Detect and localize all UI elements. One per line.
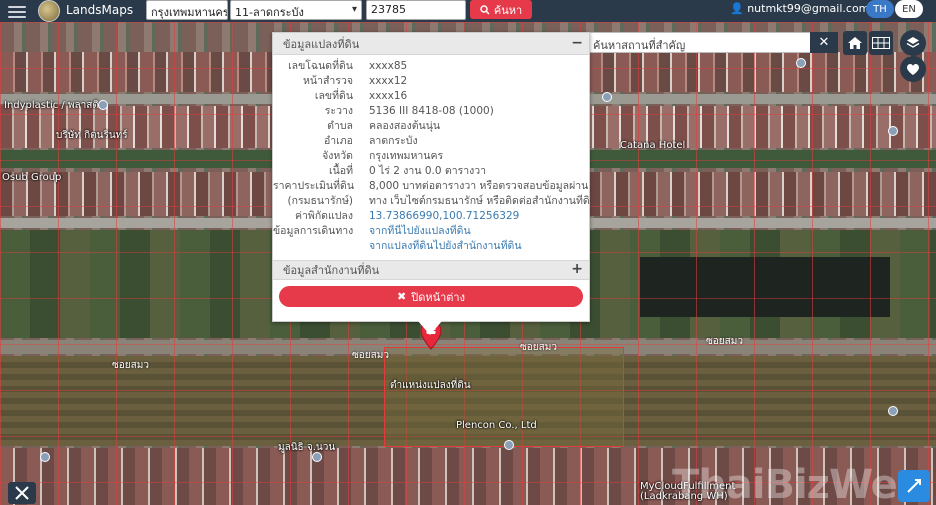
info-value: xxxx16 (369, 90, 408, 102)
info-row: เลขโฉนดที่ดิน xxxx85 (273, 59, 589, 74)
grid-icon[interactable] (869, 31, 893, 55)
info-row: จากแปลงที่ดินไปยังสำนักงานที่ดิน (273, 239, 589, 254)
coordinates-link[interactable]: 13.73866990,100.71256329 (369, 209, 589, 224)
info-row: เนื้อที่ 0 ไร่ 2 งาน 0.0 ตารางวา (273, 164, 589, 179)
info-key: เลขโฉนดที่ดิน (288, 60, 353, 72)
poi-marker[interactable] (602, 92, 612, 102)
info-key: (กรมธนารักษ์) (287, 195, 353, 207)
info-key: ข้อมูลการเดินทาง (273, 225, 354, 237)
info-key: หน้าสำรวจ (303, 75, 353, 87)
close-popup-label: ปิดหน้าต่าง (411, 290, 465, 304)
info-key: ตำบล (327, 120, 353, 132)
province-select-value: กรุงเทพมหานคร (151, 6, 228, 19)
info-key (273, 239, 369, 254)
map-label-catana: Catana Hotel (620, 140, 686, 151)
info-value: คลองสองต้นนุ่น (369, 120, 441, 132)
heart-icon[interactable] (900, 56, 926, 82)
info-row: จังหวัด กรุงเทพมหานคร (273, 149, 589, 164)
info-row: ตำบล คลองสองต้นนุ่น (273, 119, 589, 134)
close-popup-button[interactable]: ✖ ปิดหน้าต่าง (279, 286, 583, 307)
province-select[interactable]: กรุงเทพมหานคร (146, 0, 228, 20)
chevron-down-icon: ▾ (351, 4, 357, 15)
user-email: nutmkt99@gmail.com (747, 2, 870, 15)
home-icon[interactable] (843, 31, 867, 55)
map-label-soi: มูลนิธิ จ.นวน (278, 442, 336, 453)
info-key: จังหวัด (322, 150, 353, 162)
info-key: เลขที่ดิน (314, 90, 353, 102)
poi-marker[interactable] (312, 452, 322, 462)
tools-icon[interactable] (8, 482, 36, 504)
watermark-logo: ThaiBizWe (672, 462, 898, 505)
info-key: ราคาประเมินที่ดิน (273, 180, 355, 192)
user-icon: 👤 (730, 2, 744, 15)
lang-en-button[interactable]: EN (895, 0, 923, 18)
selected-parcel-outline[interactable] (384, 347, 624, 447)
menu-icon[interactable] (8, 3, 26, 19)
poi-marker[interactable] (888, 406, 898, 416)
poi-marker[interactable] (504, 440, 514, 450)
expand-icon[interactable]: + (571, 261, 583, 277)
directions-to-parcel-link[interactable]: จากที่นี่ไปยังแปลงที่ดิน (369, 224, 589, 239)
brand-logo (38, 0, 60, 22)
close-icon[interactable]: ✕ (810, 32, 838, 53)
parcel-number-value: 23785 (371, 3, 406, 16)
info-row: อำเภอ ลาดกระบัง (273, 134, 589, 149)
info-value-link[interactable]: ทาง เว็บไซต์กรมธนารักษ์ หรือติดต่อสำนักง… (369, 194, 589, 209)
search-button[interactable]: ค้นหา (470, 0, 532, 19)
map-label-osub: Osub Group (2, 172, 62, 183)
info-value: กรุงเทพมหานคร (369, 150, 444, 162)
chat-icon[interactable] (898, 470, 930, 502)
place-search-input[interactable]: ค้นหาสถานที่สำคัญ (588, 32, 838, 53)
directions-to-office-link[interactable]: จากแปลงที่ดินไปยังสำนักงานที่ดิน (369, 239, 589, 254)
parcel-info-table: เลขโฉนดที่ดิน xxxx85 หน้าสำรวจ xxxx12 เลขท… (273, 55, 589, 254)
info-row: ระวาง 5136 III 8418-08 (1000) (273, 104, 589, 119)
parcel-info-title: ข้อมูลแปลงที่ดิน (283, 37, 360, 51)
info-row: เลขที่ดิน xxxx16 (273, 89, 589, 104)
poi-marker[interactable] (796, 58, 806, 68)
close-icon: ✖ (397, 290, 407, 303)
parcel-info-header[interactable]: ข้อมูลแปลงที่ดิน − (273, 33, 589, 55)
info-row: หน้าสำรวจ xxxx12 (273, 74, 589, 89)
search-button-label: ค้นหา (493, 3, 523, 17)
district-select[interactable]: 11-ลาดกระบัง ▾ (230, 0, 362, 20)
layers-icon[interactable] (900, 30, 926, 56)
info-value: ลาดกระบัง (369, 135, 418, 147)
info-row: ข้อมูลการเดินทาง จากที่นี่ไปยังแปลงที่ดิน (273, 224, 589, 239)
info-value: 0 ไร่ 2 งาน 0.0 ตารางวา (369, 165, 487, 177)
info-row: (กรมธนารักษ์) ทาง เว็บไซต์กรมธนารักษ์ หรื… (273, 194, 589, 209)
top-navbar: LandsMaps กรุงเทพมหานคร 11-ลาดกระบัง ▾ 2… (0, 0, 936, 22)
collapse-icon[interactable]: − (571, 35, 583, 51)
map-label-kitnarin: บริษัท กิตนรินทร์ (56, 130, 128, 141)
map-label-indyplastic: Indyplastic / พลาสติก (4, 100, 105, 111)
map-label-plot: ตำแหน่งแปลงที่ดิน (390, 380, 471, 391)
info-value: xxxx85 (369, 60, 408, 72)
road-label: ซอยสมว (520, 342, 557, 353)
info-key: ค่าพิกัดแปลง (294, 210, 353, 222)
info-row: ค่าพิกัดแปลง 13.73866990,100.71256329 (273, 209, 589, 224)
poi-marker[interactable] (98, 100, 108, 110)
land-office-title: ข้อมูลสำนักงานที่ดิน (283, 264, 380, 277)
parcel-number-input[interactable]: 23785 (366, 0, 466, 20)
info-key: ระวาง (324, 105, 353, 117)
poi-marker[interactable] (888, 126, 898, 136)
district-select-value: 11-ลาดกระบัง (235, 6, 304, 19)
road-label: ซอยสมว (352, 350, 389, 361)
brand-name: LandsMaps (66, 3, 134, 17)
info-value: 5136 III 8418-08 (1000) (369, 105, 494, 117)
search-icon (480, 4, 490, 15)
info-value: xxxx12 (369, 75, 408, 87)
poi-marker[interactable] (40, 452, 50, 462)
info-row: ราคาประเมินที่ดิน 8,000 บาทต่อตารางวา หรื… (273, 179, 589, 194)
user-menu[interactable]: 👤 nutmkt99@gmail.com ▾ (730, 2, 878, 15)
lang-th-button[interactable]: TH (866, 0, 894, 18)
info-key: อำเภอ (323, 135, 353, 147)
land-office-header[interactable]: ข้อมูลสำนักงานที่ดิน + (273, 260, 589, 280)
road-label: ซอยสมว (706, 336, 743, 347)
road-label: ซอยสมว (112, 360, 149, 371)
parcel-info-popup: ข้อมูลแปลงที่ดิน − เลขโฉนดที่ดิน xxxx85 ห… (272, 32, 590, 322)
popup-pointer (418, 321, 442, 335)
info-value: 8,000 บาทต่อตารางวา หรือตรวจสอบข้อมูลผ่า… (369, 180, 589, 192)
info-key: เนื้อที่ (329, 165, 353, 177)
map-label-plencon: Plencon Co., Ltd (456, 420, 537, 431)
